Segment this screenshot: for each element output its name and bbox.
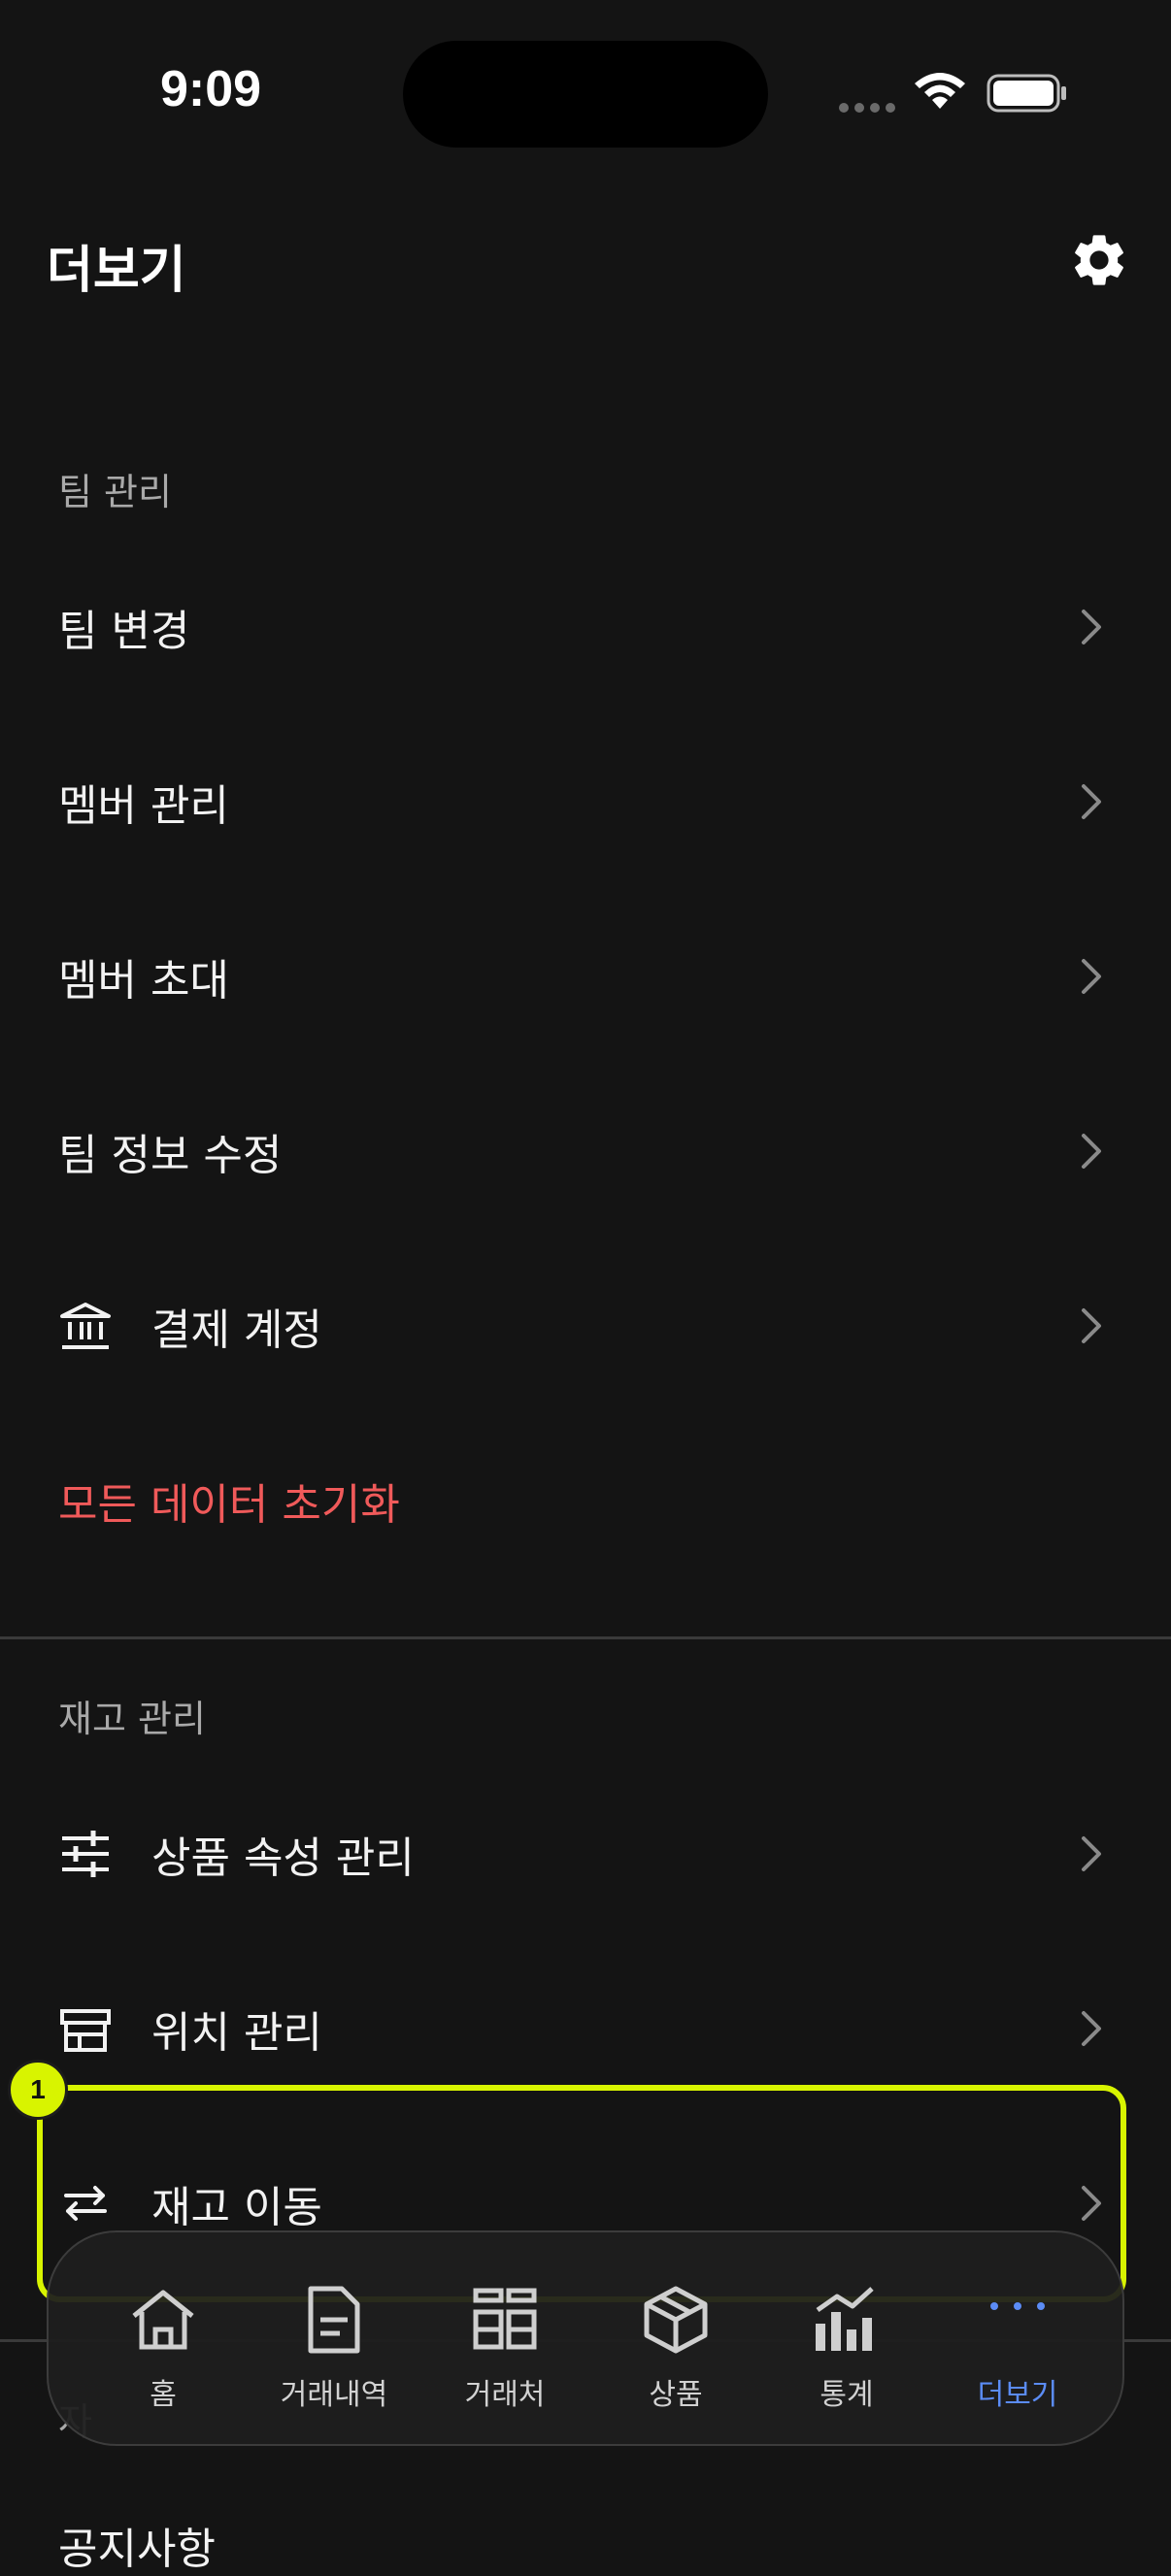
tab-statistics[interactable]: 통계 [761, 2232, 932, 2444]
tab-label: 거래처 [464, 2378, 546, 2412]
menu-item-label-partial[interactable]: 공지사항 [58, 2514, 216, 2576]
more-dots-icon [990, 2302, 1045, 2310]
menu-item-team-info-edit[interactable]: 팀 정보 수정 [0, 1073, 1171, 1229]
menu-item-product-attributes[interactable]: 상품 속성 관리 [0, 1776, 1171, 1932]
tab-products[interactable]: 상품 [590, 2232, 761, 2444]
menu-item-label: 모든 데이터 초기화 [58, 1480, 400, 1530]
tab-more[interactable]: 더보기 [932, 2232, 1103, 2444]
tab-label: 홈 [150, 2378, 177, 2412]
box-icon [644, 2286, 708, 2354]
chevron-right-icon [1082, 1836, 1101, 1871]
section-divider [0, 1636, 1171, 1639]
bottom-tab-bar: 홈 거래내역 거래처 상품 통계 더보기 [47, 2230, 1124, 2446]
tab-label: 거래내역 [280, 2378, 388, 2412]
menu-item-payment-account[interactable]: 결제 계정 [0, 1248, 1171, 1404]
cellular-signal-icon [839, 101, 897, 115]
wifi-icon [915, 73, 965, 109]
menu-item-member-invite[interactable]: 멤버 초대 [0, 899, 1171, 1054]
sliders-icon [62, 1831, 109, 1877]
tab-label: 통계 [820, 2378, 874, 2412]
status-time: 9:09 [160, 61, 262, 117]
tab-clients[interactable]: 거래처 [419, 2232, 590, 2444]
menu-item-label: 팀 정보 수정 [58, 1131, 283, 1180]
menu-item-label: 팀 변경 [58, 607, 190, 656]
chevron-right-icon [1082, 610, 1101, 644]
dynamic-island [403, 41, 768, 148]
tab-label: 상품 [649, 2378, 703, 2412]
chevron-right-icon [1082, 959, 1101, 994]
grid-icon [473, 2288, 537, 2350]
menu-item-label: 위치 관리 [151, 2008, 322, 2058]
menu-item-label: 상품 속성 관리 [151, 1833, 415, 1883]
home-icon [132, 2290, 194, 2350]
tab-home[interactable]: 홈 [78, 2232, 249, 2444]
menu-item-label: 멤버 초대 [58, 956, 229, 1006]
section-title-inventory: 재고 관리 [58, 1698, 206, 1740]
store-icon [60, 2009, 111, 2052]
bank-icon [60, 1303, 111, 1349]
gear-icon[interactable] [1068, 229, 1130, 291]
chevron-right-icon [1082, 1308, 1101, 1343]
tab-label: 더보기 [977, 2378, 1058, 2412]
chevron-right-icon [1082, 784, 1101, 819]
menu-item-label: 결제 계정 [151, 1305, 322, 1355]
menu-item-location-manage[interactable]: 위치 관리 [0, 1951, 1171, 2106]
tab-transactions[interactable]: 거래내역 [249, 2232, 419, 2444]
highlight-badge: 1 [8, 2060, 68, 2120]
battery-icon [987, 74, 1066, 113]
menu-item-team-change[interactable]: 팀 변경 [0, 549, 1171, 705]
section-title-team: 팀 관리 [58, 471, 172, 513]
chevron-right-icon [1082, 2011, 1101, 2046]
chevron-right-icon [1082, 1134, 1101, 1169]
reset-all-data-button[interactable]: 모든 데이터 초기화 [0, 1423, 1171, 1578]
document-icon [308, 2286, 360, 2354]
page-title: 더보기 [47, 242, 186, 300]
chart-icon [816, 2287, 874, 2351]
menu-item-label: 멤버 관리 [58, 781, 229, 831]
menu-item-member-manage[interactable]: 멤버 관리 [0, 724, 1171, 879]
